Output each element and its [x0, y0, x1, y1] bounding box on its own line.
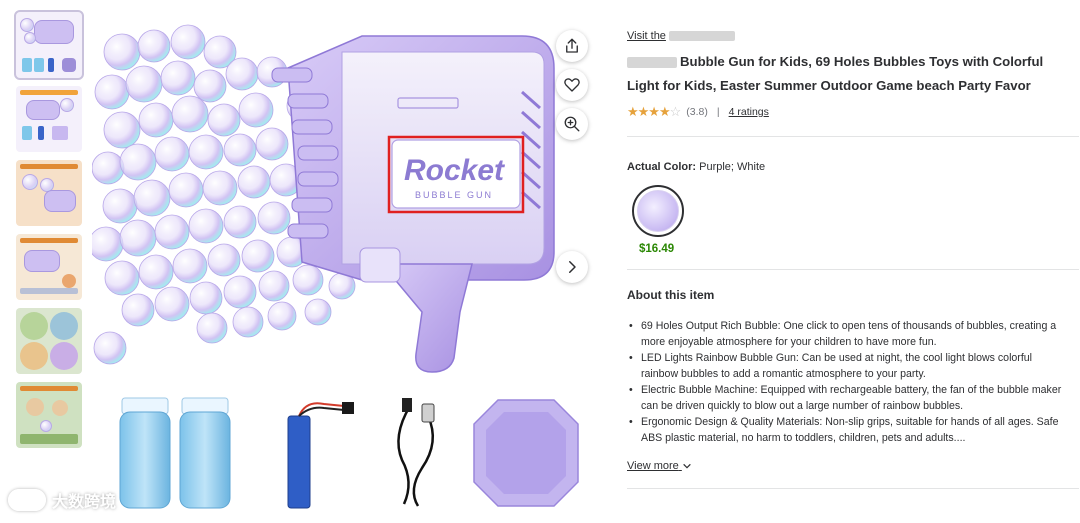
watermark-logo-icon	[8, 489, 46, 511]
brand-sub: BUBBLE GUN	[415, 190, 493, 200]
color-swatch	[637, 190, 679, 232]
redacted-brand-title	[627, 57, 677, 69]
color-swatch-selected[interactable]	[632, 185, 684, 237]
chevron-down-icon	[683, 463, 691, 469]
visit-prefix[interactable]: Visit the	[627, 30, 666, 42]
product-info-panel: Visit the Bubble Gun for Kids, 69 Holes …	[627, 28, 1079, 489]
next-image-button[interactable]	[556, 251, 588, 283]
thumbnail-1[interactable]	[14, 10, 84, 80]
chevron-right-icon	[569, 261, 576, 273]
rating-star-empty: ☆	[669, 104, 682, 119]
share-icon	[566, 38, 578, 53]
brand-word: Rocket	[404, 154, 506, 187]
thumbnail-6[interactable]	[16, 382, 82, 448]
variant-price: $16.49	[639, 243, 675, 255]
thumbnail-2[interactable]	[16, 86, 82, 152]
thumbnail-list	[14, 10, 84, 456]
about-bullet: 69 Holes Output Rich Bubble: One click t…	[629, 318, 1067, 350]
about-title: About this item	[627, 288, 715, 302]
rating-stars: ★★★★☆	[627, 104, 682, 120]
actual-color-value: Purple; White	[699, 161, 766, 173]
divider	[627, 488, 1079, 489]
bubble-gun-illustration: Rocket BUBBLE GUN	[92, 24, 579, 509]
thumbnail-5[interactable]	[16, 308, 82, 374]
watermark-text: 大数跨境	[52, 494, 117, 511]
share-button[interactable]	[556, 30, 588, 62]
ratings-link[interactable]: 4 ratings	[729, 106, 769, 118]
about-bullets: 69 Holes Output Rich Bubble: One click t…	[627, 318, 1067, 446]
bubble-solution-bottles	[119, 397, 231, 509]
thumbnail-4[interactable]	[16, 234, 82, 300]
zoom-button[interactable]	[556, 108, 588, 140]
rating-stars-filled: ★★★★	[627, 104, 671, 119]
view-more-link[interactable]: View more	[627, 460, 692, 472]
redacted-brand	[668, 31, 735, 41]
watermark: 大数跨境	[8, 488, 116, 512]
about-bullet: Ergonomic Design & Quality Materials: No…	[629, 414, 1067, 446]
zoom-in-icon	[564, 116, 580, 132]
battery	[287, 402, 354, 509]
about-bullet: LED Lights Rainbow Bubble Gun: Can be us…	[629, 350, 1067, 382]
usb-cable	[397, 398, 435, 507]
divider	[627, 269, 1079, 270]
main-product-image[interactable]: Rocket BUBBLE GUN	[92, 12, 600, 515]
product-title-text: Bubble Gun for Kids, 69 Holes Bubbles To…	[627, 54, 1044, 93]
thumbnail-3[interactable]	[16, 160, 82, 226]
bubble-tray	[473, 399, 579, 507]
visit-store-link[interactable]: Visit the	[627, 28, 1067, 44]
product-title: Bubble Gun for Kids, 69 Holes Bubbles To…	[627, 50, 1067, 98]
actual-color-label: Actual Color:	[627, 161, 697, 173]
about-bullet: Electric Bubble Machine: Equipped with r…	[629, 382, 1067, 414]
rating-row: ★★★★☆ (3.8) | 4 ratings	[627, 104, 1067, 120]
rating-separator: |	[716, 106, 720, 118]
favorite-button[interactable]	[556, 69, 588, 101]
actual-color-row: Actual Color: Purple; White	[627, 161, 1067, 173]
view-more-label[interactable]: View more	[627, 460, 679, 472]
rating-value: (3.8)	[686, 106, 708, 118]
divider	[627, 136, 1079, 137]
heart-icon	[564, 78, 580, 92]
